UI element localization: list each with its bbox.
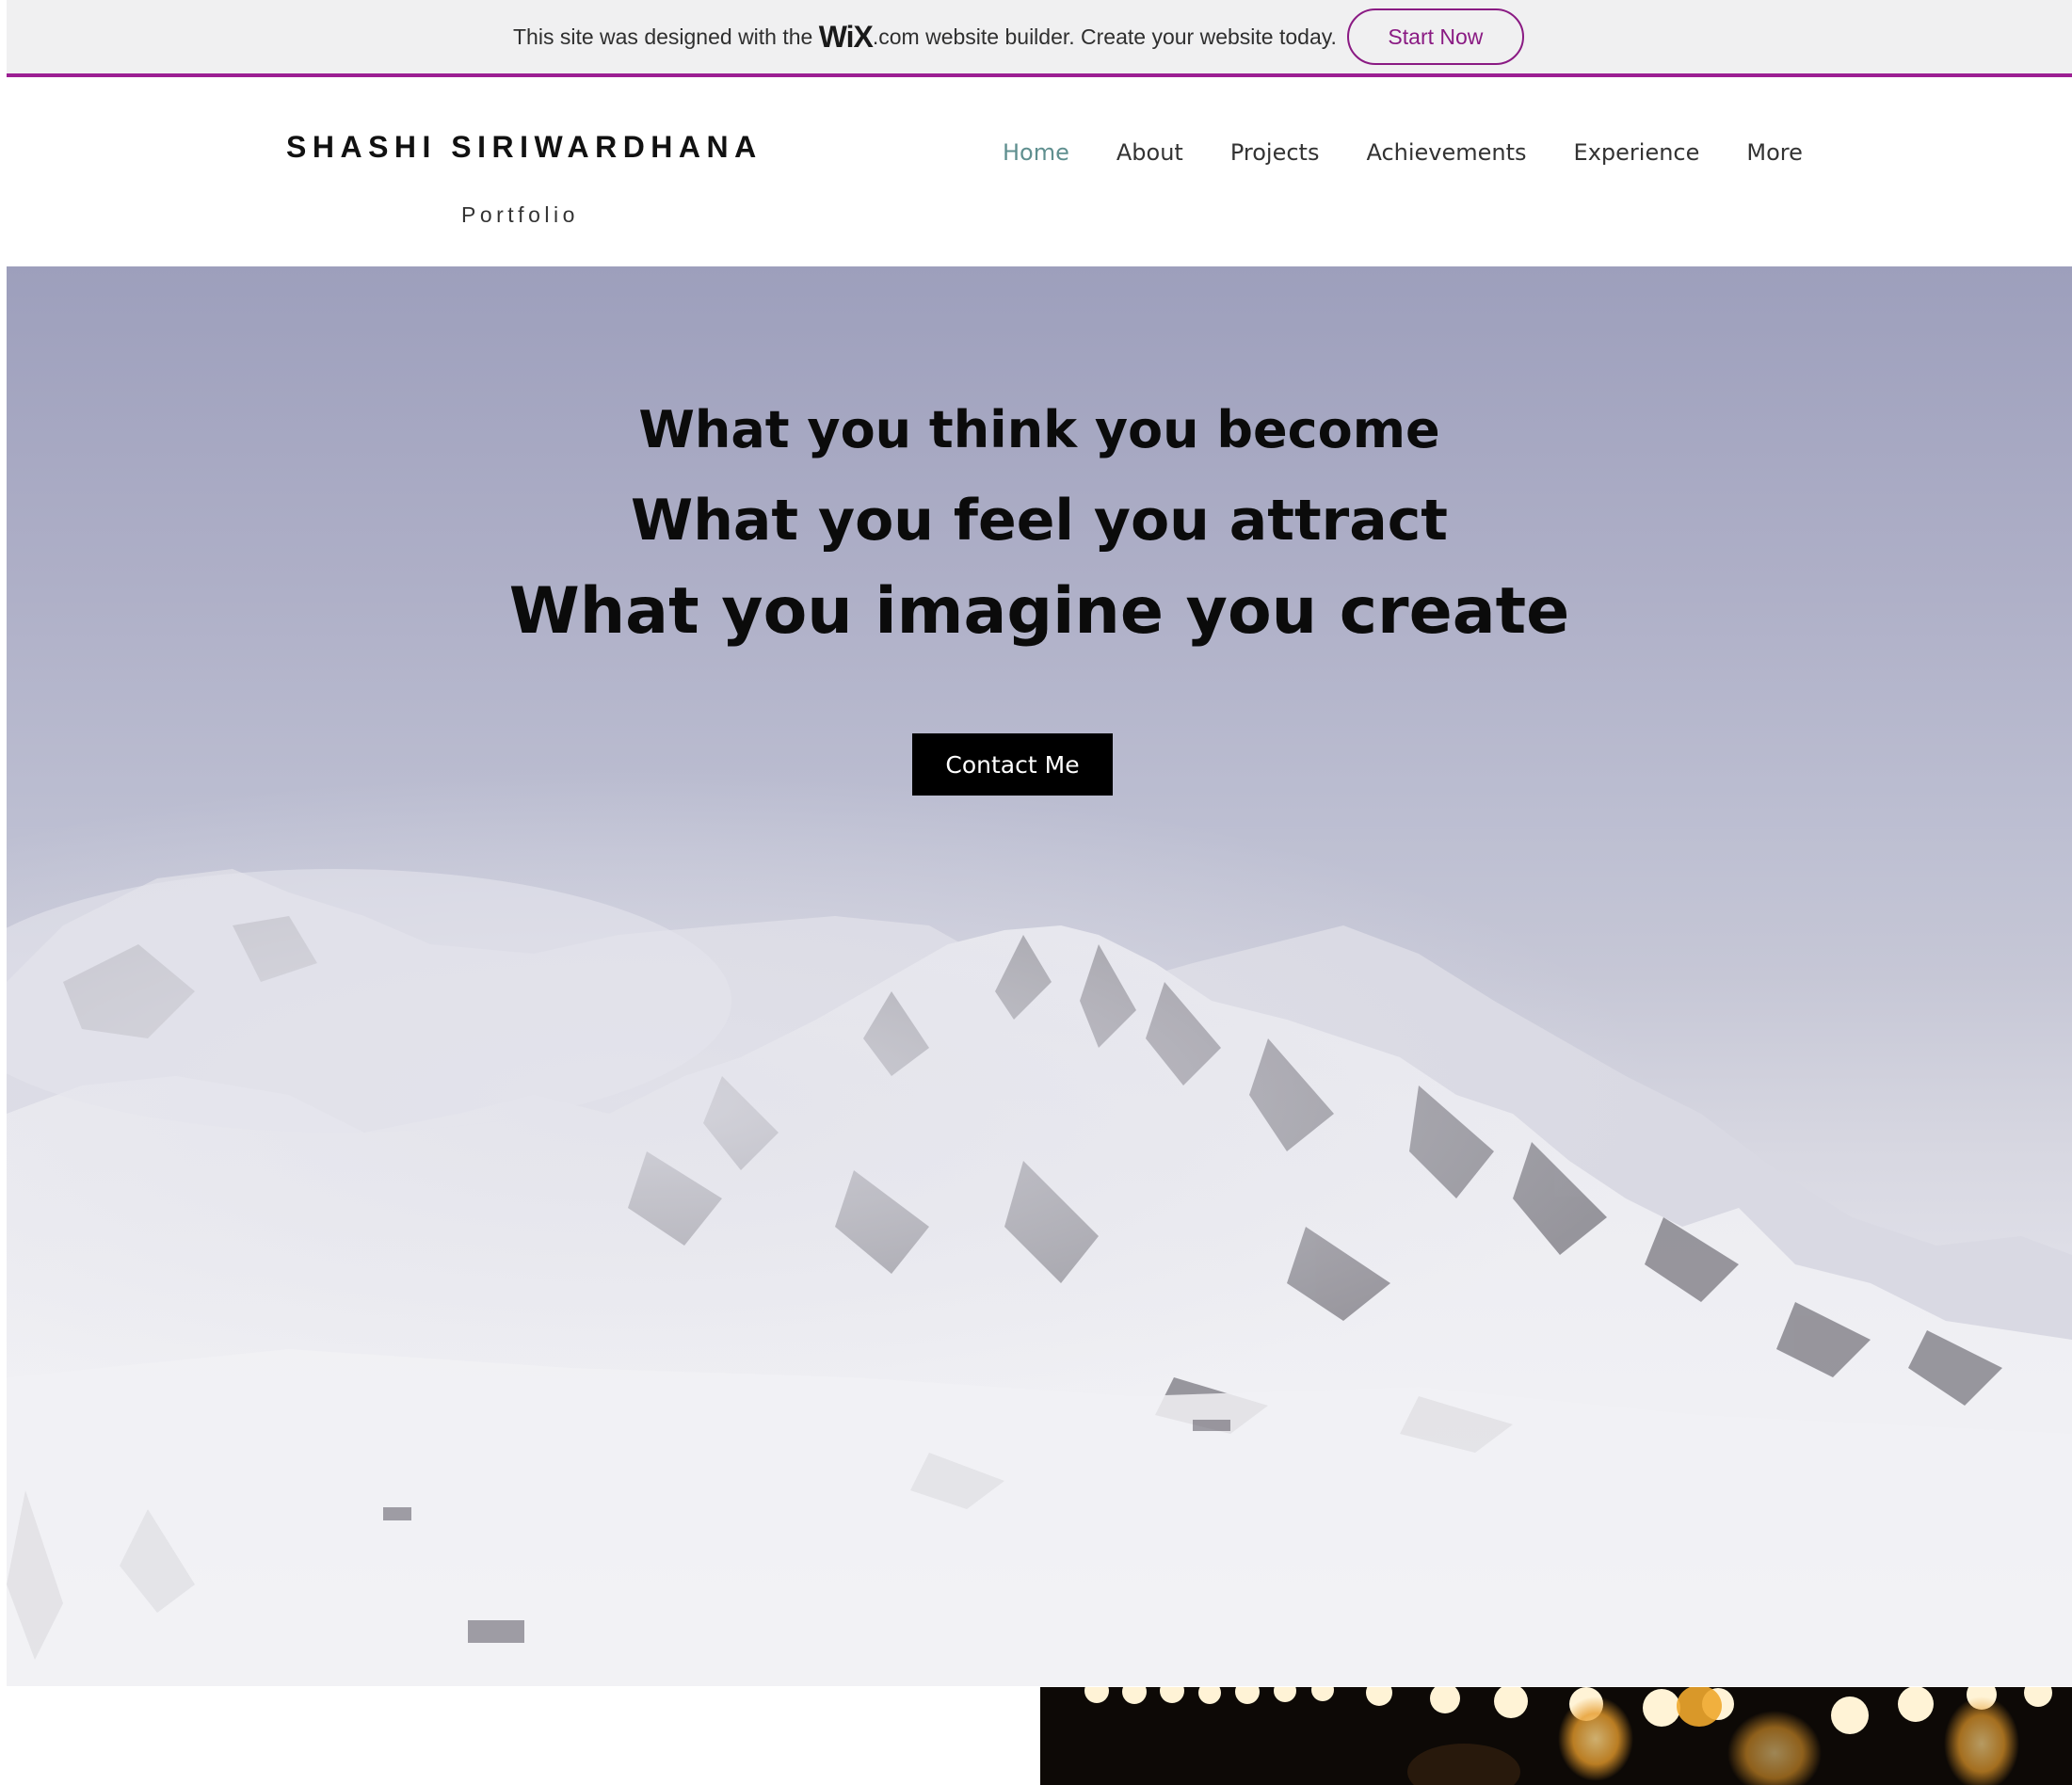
snowy-mountains-image (7, 737, 2072, 1686)
banner-text-after: .com website builder. Create your websit… (872, 24, 1337, 49)
bokeh-lights-graphic (1084, 1687, 2052, 1785)
wix-banner-text: This site was designed with the WiX.com … (513, 20, 1337, 55)
hero-section: What you think you become What you feel … (7, 266, 2072, 1686)
wix-logo[interactable]: WiX (819, 20, 874, 54)
nav-item-experience[interactable]: Experience (1574, 139, 1700, 166)
main-nav: Home About Projects Achievements Experie… (1003, 139, 1850, 166)
nav-item-about[interactable]: About (1116, 139, 1183, 166)
nav-item-achievements[interactable]: Achievements (1366, 139, 1526, 166)
hero-quote-line-1: What you think you become (638, 400, 1440, 459)
start-now-button[interactable]: Start Now (1346, 8, 1524, 65)
hero-quote-line-3: What you imagine you create (508, 574, 1570, 649)
nav-item-more[interactable]: More (1746, 139, 1803, 166)
nav-item-projects[interactable]: Projects (1230, 139, 1320, 166)
site-title[interactable]: SHASHI SIRIWARDHANA (286, 130, 763, 165)
wix-promo-banner: This site was designed with the WiX.com … (7, 0, 2072, 77)
hero-quote-line-2: What you feel you attract (631, 488, 1448, 554)
bokeh-lights-image (1040, 1687, 2072, 1785)
wix-banner-content: This site was designed with the WiX.com … (513, 0, 1524, 73)
nav-item-home[interactable]: Home (1003, 139, 1069, 166)
contact-me-button[interactable]: Contact Me (912, 733, 1113, 796)
banner-text-before: This site was designed with the (513, 24, 813, 49)
site-subtitle: Portfolio (461, 202, 579, 227)
